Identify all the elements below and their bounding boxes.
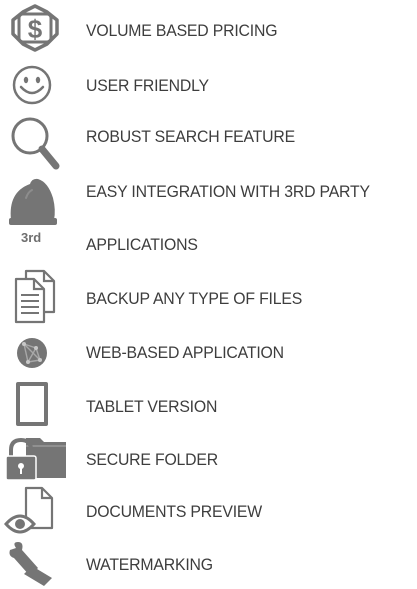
feature-label-volume-pricing: VOLUME BASED PRICING: [86, 21, 278, 40]
feature-label-watermarking: WATERMARKING: [86, 555, 213, 574]
documents-icon: [2, 268, 68, 326]
feature-label-secure-folder: SECURE FOLDER: [86, 450, 219, 469]
smiley-icon: [2, 62, 68, 108]
third-party-badge: 3rd: [21, 230, 42, 245]
feature-label-documents-preview: DOCUMENTS PREVIEW: [86, 502, 263, 521]
locked-folder-icon: [2, 432, 68, 484]
feature-label-easy-integration: EASY INTEGRATION WITH 3RD PARTY: [86, 182, 370, 201]
eye-document-icon: [2, 484, 68, 540]
feature-label-applications: APPLICATIONS: [86, 235, 198, 254]
feature-label-web-based: WEB-BASED APPLICATION: [86, 343, 284, 362]
svg-text:$: $: [28, 14, 43, 44]
feature-label-user-friendly: USER FRIENDLY: [86, 76, 209, 95]
feature-list: $ VOLUME BASED PRICING USER FRIENDLY ROB…: [0, 0, 417, 589]
dollar-badge-icon: $: [2, 2, 68, 54]
tablet-icon: [2, 378, 68, 430]
globe-network-icon: [2, 330, 68, 376]
feature-label-robust-search: ROBUST SEARCH FEATURE: [86, 127, 295, 146]
hardhat-3rd-icon: [2, 170, 68, 230]
feature-label-tablet-version: TABLET VERSION: [86, 397, 218, 416]
magnifier-icon: [2, 110, 68, 174]
stamp-icon: [2, 538, 68, 588]
feature-label-backup-files: BACKUP ANY TYPE OF FILES: [86, 289, 303, 308]
